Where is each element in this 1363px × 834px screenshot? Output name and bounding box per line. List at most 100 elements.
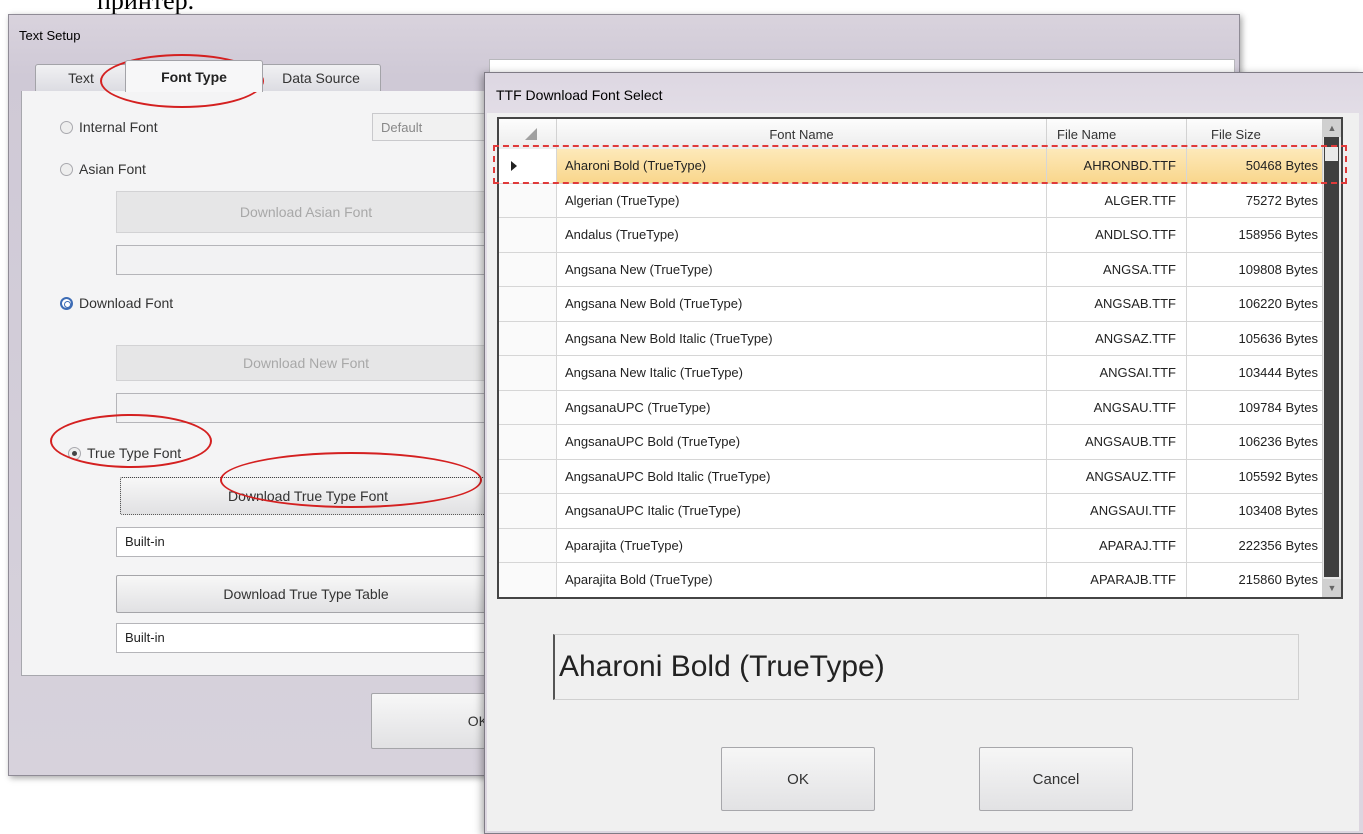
row-header[interactable] [499, 390, 557, 424]
cell-file-size[interactable]: 106236 Bytes [1187, 425, 1327, 459]
cell-file-size[interactable]: 106220 Bytes [1187, 287, 1327, 321]
download-true-type-table-button[interactable]: Download True Type Table [116, 575, 496, 613]
row-header[interactable] [499, 563, 557, 597]
download-true-type-font-button[interactable]: Download True Type Font [120, 477, 496, 515]
table-row[interactable]: AngsanaUPC (TrueType) ANGSAU.TTF 109784 By… [499, 390, 1327, 425]
table-row[interactable]: AngsanaUPC Bold (TrueType) ANGSAUB.TTF 106… [499, 425, 1327, 460]
cell-file-name[interactable]: APARAJB.TTF [1047, 563, 1187, 597]
internal-font-label: Internal Font [79, 119, 158, 135]
download-font-option[interactable]: Download Font [60, 295, 173, 311]
row-header[interactable] [499, 149, 557, 183]
table-row[interactable]: Andalus (TrueType) ANDLSO.TTF 158956 Bytes [499, 218, 1327, 253]
true-type-font-option[interactable]: True Type Font [68, 445, 181, 461]
table-row[interactable]: Aparajita Bold (TrueType) APARAJB.TTF 2158… [499, 563, 1327, 597]
cell-file-size[interactable]: 109784 Bytes [1187, 390, 1327, 424]
cell-file-name[interactable]: APARAJ.TTF [1047, 528, 1187, 562]
scroll-thumb[interactable] [1324, 137, 1339, 577]
true-type-font-radio[interactable] [68, 446, 81, 460]
cell-file-size[interactable]: 222356 Bytes [1187, 528, 1327, 562]
table-row[interactable]: Aharoni Bold (TrueType) AHRONBD.TTF 50468 … [499, 149, 1327, 184]
cell-font-name[interactable]: Angsana New Bold (TrueType) [557, 287, 1047, 321]
row-header[interactable] [499, 218, 557, 252]
cell-file-name[interactable]: ALGER.TTF [1047, 183, 1187, 217]
cell-font-name[interactable]: Angsana New Italic (TrueType) [557, 356, 1047, 390]
cell-file-size[interactable]: 75272 Bytes [1187, 183, 1327, 217]
true-type-font-label: True Type Font [87, 445, 182, 461]
cell-font-name[interactable]: Angsana New Bold Italic (TrueType) [557, 321, 1047, 355]
dialog-title: TTF Download Font Select [496, 87, 663, 103]
internal-font-option[interactable]: Internal Font [60, 119, 158, 135]
asian-font-field[interactable] [116, 245, 496, 275]
scroll-down-arrow-icon[interactable]: ▼ [1323, 579, 1341, 597]
dialog-ok-button[interactable]: OK [721, 747, 875, 811]
table-row[interactable]: AngsanaUPC Italic (TrueType) ANGSAUI.TTF 1… [499, 494, 1327, 529]
download-font-radio[interactable] [60, 296, 73, 310]
internal-font-radio[interactable] [60, 120, 73, 134]
row-header[interactable] [499, 287, 557, 321]
table-row[interactable]: Algerian (TrueType) ALGER.TTF 75272 Bytes [499, 183, 1327, 218]
cell-file-name[interactable]: ANGSAU.TTF [1047, 390, 1187, 424]
table-row[interactable]: Angsana New Italic (TrueType) ANGSAI.TTF 1… [499, 356, 1327, 391]
cell-file-name[interactable]: ANGSA.TTF [1047, 252, 1187, 286]
grid-scrollbar[interactable]: ▲ ▼ [1322, 119, 1341, 597]
column-header-file-name[interactable]: File Name [1047, 119, 1187, 149]
cell-file-name[interactable]: ANGSAZ.TTF [1047, 321, 1187, 355]
cell-file-name[interactable]: ANDLSO.TTF [1047, 218, 1187, 252]
cell-file-name[interactable]: ANGSAB.TTF [1047, 287, 1187, 321]
cell-file-name[interactable]: ANGSAUB.TTF [1047, 425, 1187, 459]
download-new-font-button[interactable]: Download New Font [116, 345, 496, 381]
cell-font-name[interactable]: Aparajita Bold (TrueType) [557, 563, 1047, 597]
cell-file-name[interactable]: ANGSAUI.TTF [1047, 494, 1187, 528]
row-header[interactable] [499, 494, 557, 528]
font-grid: Font Name File Name File Size Aharoni Bo… [497, 117, 1343, 599]
cell-font-name[interactable]: Aparajita (TrueType) [557, 528, 1047, 562]
cell-file-size[interactable]: 109808 Bytes [1187, 252, 1327, 286]
cell-font-name[interactable]: AngsanaUPC Italic (TrueType) [557, 494, 1047, 528]
cell-file-size[interactable]: 103408 Bytes [1187, 494, 1327, 528]
internal-font-select[interactable]: Default [372, 113, 492, 141]
tab-text[interactable]: Text [35, 64, 127, 91]
cell-font-name[interactable]: Aharoni Bold (TrueType) [557, 149, 1047, 183]
table-row[interactable]: Aparajita (TrueType) APARAJ.TTF 222356 Byt… [499, 528, 1327, 563]
column-header-file-size[interactable]: File Size [1187, 119, 1327, 149]
cell-font-name[interactable]: Andalus (TrueType) [557, 218, 1047, 252]
dialog-cancel-button[interactable]: Cancel [979, 747, 1133, 811]
true-type-table-field[interactable]: Built-in [116, 623, 496, 653]
grid-body: Aharoni Bold (TrueType) AHRONBD.TTF 50468 … [499, 149, 1327, 597]
cell-font-name[interactable]: AngsanaUPC Bold (TrueType) [557, 425, 1047, 459]
cell-file-size[interactable]: 105592 Bytes [1187, 459, 1327, 493]
table-row[interactable]: Angsana New Bold (TrueType) ANGSAB.TTF 106… [499, 287, 1327, 322]
row-header[interactable] [499, 356, 557, 390]
grid-corner[interactable] [499, 119, 557, 149]
cell-file-size[interactable]: 215860 Bytes [1187, 563, 1327, 597]
row-header[interactable] [499, 528, 557, 562]
download-font-field[interactable] [116, 393, 496, 423]
table-row[interactable]: Angsana New Bold Italic (TrueType) ANGSAZ… [499, 321, 1327, 356]
row-header[interactable] [499, 459, 557, 493]
cell-file-size[interactable]: 50468 Bytes [1187, 149, 1327, 183]
tab-data-source[interactable]: Data Source [261, 64, 381, 91]
cell-file-name[interactable]: ANGSAI.TTF [1047, 356, 1187, 390]
cell-font-name[interactable]: AngsanaUPC (TrueType) [557, 390, 1047, 424]
cell-font-name[interactable]: AngsanaUPC Bold Italic (TrueType) [557, 459, 1047, 493]
table-row[interactable]: AngsanaUPC Bold Italic (TrueType) ANGSAUZ… [499, 459, 1327, 494]
scroll-up-arrow-icon[interactable]: ▲ [1323, 119, 1341, 137]
asian-font-radio[interactable] [60, 162, 73, 176]
cell-font-name[interactable]: Angsana New (TrueType) [557, 252, 1047, 286]
cell-file-size[interactable]: 158956 Bytes [1187, 218, 1327, 252]
cell-file-name[interactable]: ANGSAUZ.TTF [1047, 459, 1187, 493]
tab-font-type[interactable]: Font Type [125, 60, 263, 92]
row-header[interactable] [499, 425, 557, 459]
row-header[interactable] [499, 321, 557, 355]
row-header[interactable] [499, 252, 557, 286]
cell-file-size[interactable]: 103444 Bytes [1187, 356, 1327, 390]
true-type-font-field[interactable]: Built-in [116, 527, 496, 557]
cell-font-name[interactable]: Algerian (TrueType) [557, 183, 1047, 217]
table-row[interactable]: Angsana New (TrueType) ANGSA.TTF 109808 By… [499, 252, 1327, 287]
row-header[interactable] [499, 183, 557, 217]
column-header-font-name[interactable]: Font Name [557, 119, 1047, 149]
cell-file-name[interactable]: AHRONBD.TTF [1047, 149, 1187, 183]
asian-font-option[interactable]: Asian Font [60, 161, 146, 177]
cell-file-size[interactable]: 105636 Bytes [1187, 321, 1327, 355]
download-asian-font-button[interactable]: Download Asian Font [116, 191, 496, 233]
